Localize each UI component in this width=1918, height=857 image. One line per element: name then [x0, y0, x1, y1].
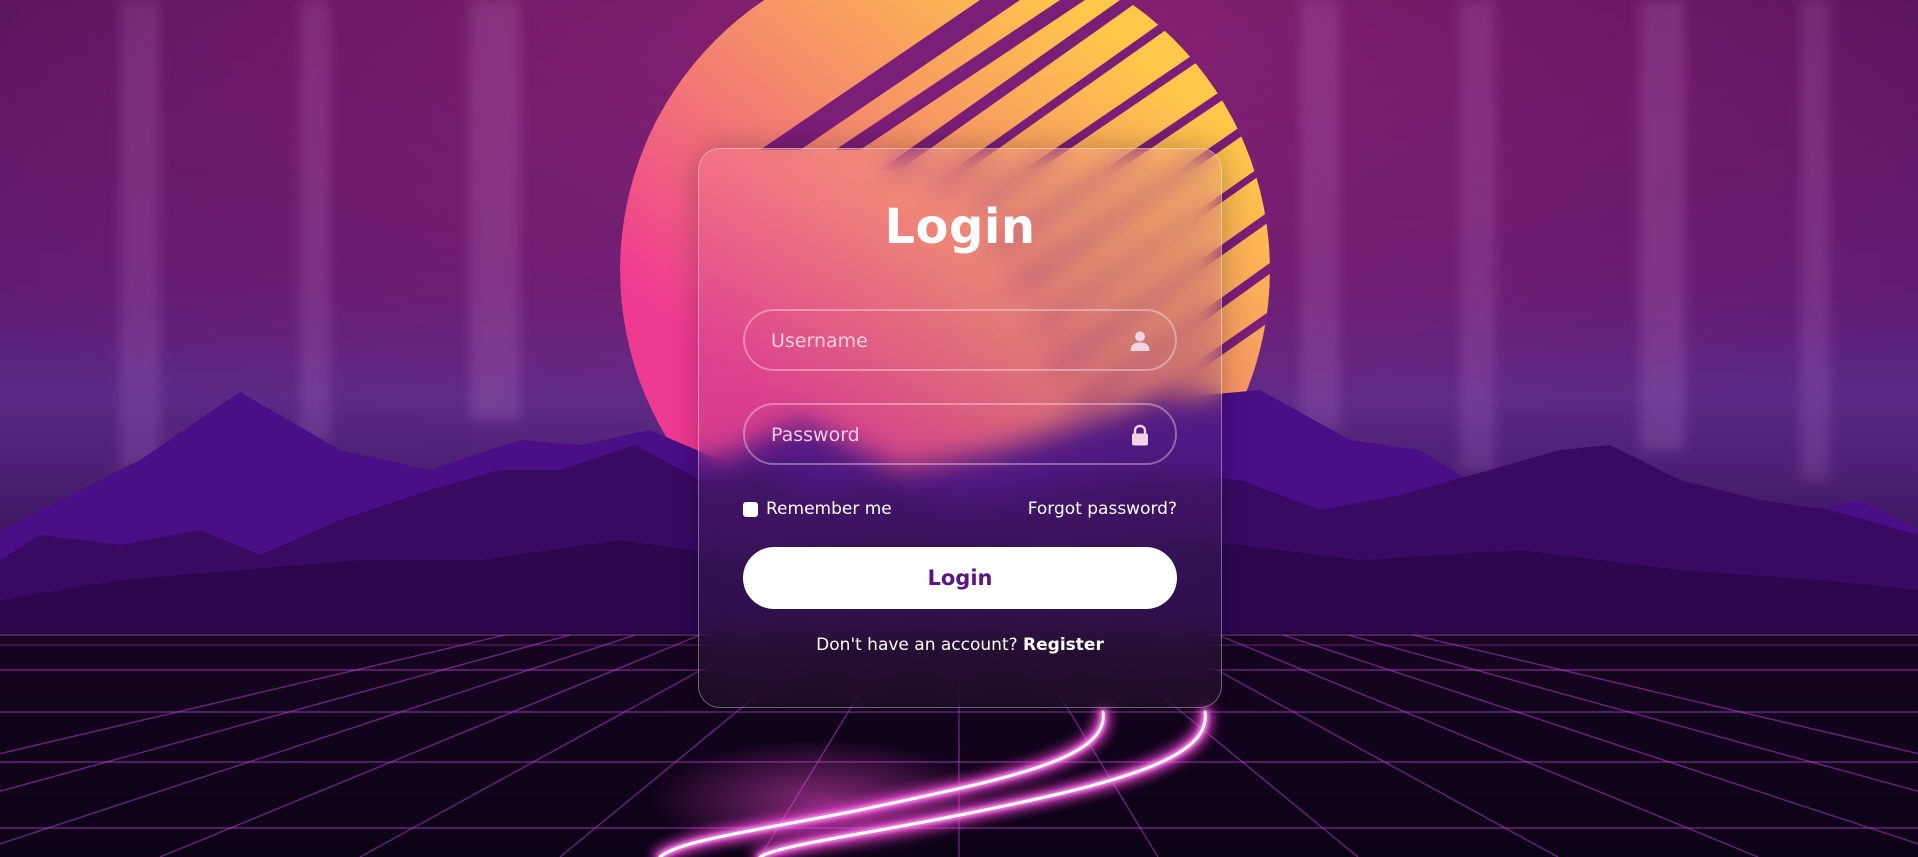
user-icon — [1130, 331, 1150, 351]
remember-checkbox[interactable] — [743, 501, 758, 517]
register-prompt: Don't have an account? Register — [699, 635, 1221, 655]
login-card: Login Remember me Forgot password? Login… — [698, 148, 1222, 708]
lock-icon — [1132, 424, 1148, 446]
remember-label: Remember me — [766, 499, 892, 519]
username-field[interactable] — [743, 309, 1177, 371]
password-field[interactable] — [743, 403, 1177, 465]
forgot-password-link[interactable]: Forgot password? — [1028, 499, 1177, 519]
remember-me[interactable]: Remember me — [743, 499, 892, 519]
login-title: Login — [884, 199, 1036, 255]
register-link[interactable]: Register — [1023, 635, 1104, 655]
login-button[interactable]: Login — [743, 547, 1177, 609]
username-input[interactable] — [769, 311, 1113, 371]
password-input[interactable] — [769, 405, 1113, 465]
register-prompt-text: Don't have an account? — [816, 635, 1024, 655]
